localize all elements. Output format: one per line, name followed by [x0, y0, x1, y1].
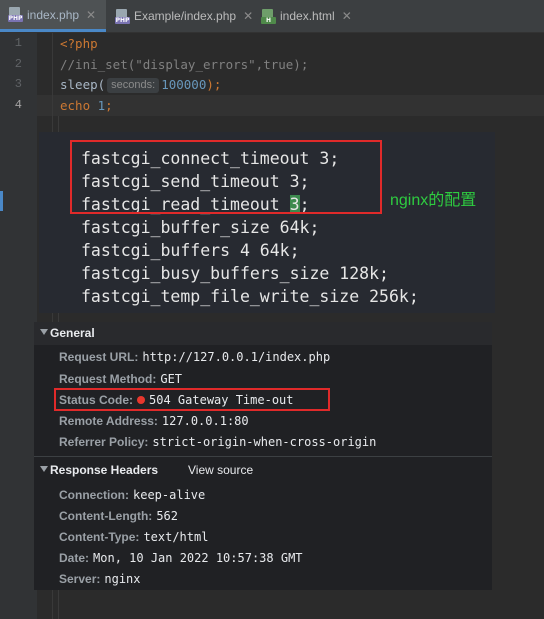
header-key: Server:: [59, 572, 101, 586]
tab-label: index.php: [27, 7, 80, 22]
close-icon[interactable]: ✕: [243, 9, 253, 23]
header-key: Date:: [59, 551, 90, 565]
keyword: echo: [60, 98, 91, 113]
html-file-icon: H: [261, 8, 276, 24]
tab-index-html[interactable]: H index.html ✕: [253, 0, 355, 32]
nginx-line: fastcgi_buffer_size 64k;: [81, 218, 320, 237]
header-row: Request Method: GET: [59, 371, 182, 387]
timeout-highlight-box: [70, 140, 382, 214]
header-key: Connection:: [59, 488, 129, 502]
header-value: keep-alive: [133, 488, 206, 502]
nginx-caption: nginx的配置: [390, 192, 477, 209]
header-value: 562: [156, 509, 178, 523]
line-number: 3: [14, 77, 22, 91]
header-row: Date: Mon, 10 Jan 2022 10:57:38 GMT: [59, 550, 303, 566]
tab-index-php[interactable]: PHP index.php ✕: [0, 0, 106, 32]
header-value: text/html: [143, 530, 209, 544]
line-number: 1: [14, 36, 22, 50]
header-key: Referrer Policy:: [59, 435, 149, 449]
change-marker: [0, 191, 3, 211]
punctuation: );: [206, 77, 222, 92]
header-value: http://127.0.0.1/index.php: [142, 350, 331, 364]
general-section-header[interactable]: General: [34, 322, 492, 345]
section-title: General: [50, 326, 95, 340]
header-row: Content-Type: text/html: [59, 529, 208, 545]
editor-tab-bar: PHP index.php ✕ PHP Example/index.php ✕ …: [0, 0, 544, 33]
header-value: strict-origin-when-cross-origin: [152, 435, 377, 449]
number-literal: 100000: [161, 77, 207, 92]
nginx-line: fastcgi_temp_file_write_size 256k;: [81, 287, 419, 306]
tab-label: Example/index.php: [134, 9, 237, 23]
php-file-icon: PHP: [8, 7, 23, 22]
code-line-1: <?php: [60, 33, 98, 54]
line-number: 2: [14, 57, 22, 71]
line-number-gutter: [0, 33, 37, 619]
nginx-line: fastcgi_buffers 4 64k;: [81, 241, 300, 260]
triangle-down-icon: [40, 466, 48, 472]
code-line-3: sleep(seconds: 100000);: [60, 74, 221, 95]
header-key: Remote Address:: [59, 414, 158, 428]
header-value: nginx: [104, 572, 141, 586]
close-icon[interactable]: ✕: [86, 8, 96, 22]
header-key: Request Method:: [59, 372, 157, 386]
header-key: Request URL:: [59, 350, 139, 364]
code-line-4: echo 1;: [60, 95, 113, 116]
header-row: Server: nginx: [59, 571, 141, 587]
view-source-link[interactable]: View source: [188, 463, 253, 477]
tab-label: index.html: [280, 9, 335, 23]
header-row: Content-Length: 562: [59, 508, 178, 524]
header-value: GET: [160, 372, 183, 386]
line-number: 4: [14, 98, 22, 112]
punctuation: ;: [105, 98, 113, 113]
header-row: Remote Address: 127.0.0.1:80: [59, 413, 249, 429]
tab-example-index-php[interactable]: PHP Example/index.php ✕: [107, 0, 253, 32]
parameter-hint: seconds:: [107, 78, 160, 93]
nginx-line: fastcgi_busy_buffers_size 128k;: [81, 264, 389, 283]
devtools-headers-panel: General Request URL: http://127.0.0.1/ind…: [34, 322, 492, 590]
header-value: 127.0.0.1:80: [161, 414, 249, 428]
section-title: Response Headers: [50, 463, 159, 477]
php-file-icon: PHP: [115, 8, 130, 24]
header-key: Content-Length:: [59, 509, 153, 523]
function-call: sleep(: [60, 77, 106, 92]
header-row: Connection: keep-alive: [59, 487, 205, 503]
close-icon[interactable]: ✕: [342, 9, 352, 23]
header-value: Mon, 10 Jan 2022 10:57:38 GMT: [93, 551, 303, 565]
code-line-2: //ini_set("display_errors",true);: [60, 54, 308, 75]
header-row: Referrer Policy: strict-origin-when-cross…: [59, 434, 376, 450]
status-code-highlight-box: [54, 388, 330, 411]
triangle-down-icon: [40, 329, 48, 335]
response-headers-section-header[interactable]: Response Headers View source: [34, 459, 492, 482]
php-open-tag: <?php: [60, 36, 98, 51]
header-row: Request URL: http://127.0.0.1/index.php: [59, 349, 330, 365]
comment: //ini_set("display_errors",true);: [60, 57, 309, 72]
section-divider: [34, 456, 492, 457]
header-key: Content-Type:: [59, 530, 140, 544]
